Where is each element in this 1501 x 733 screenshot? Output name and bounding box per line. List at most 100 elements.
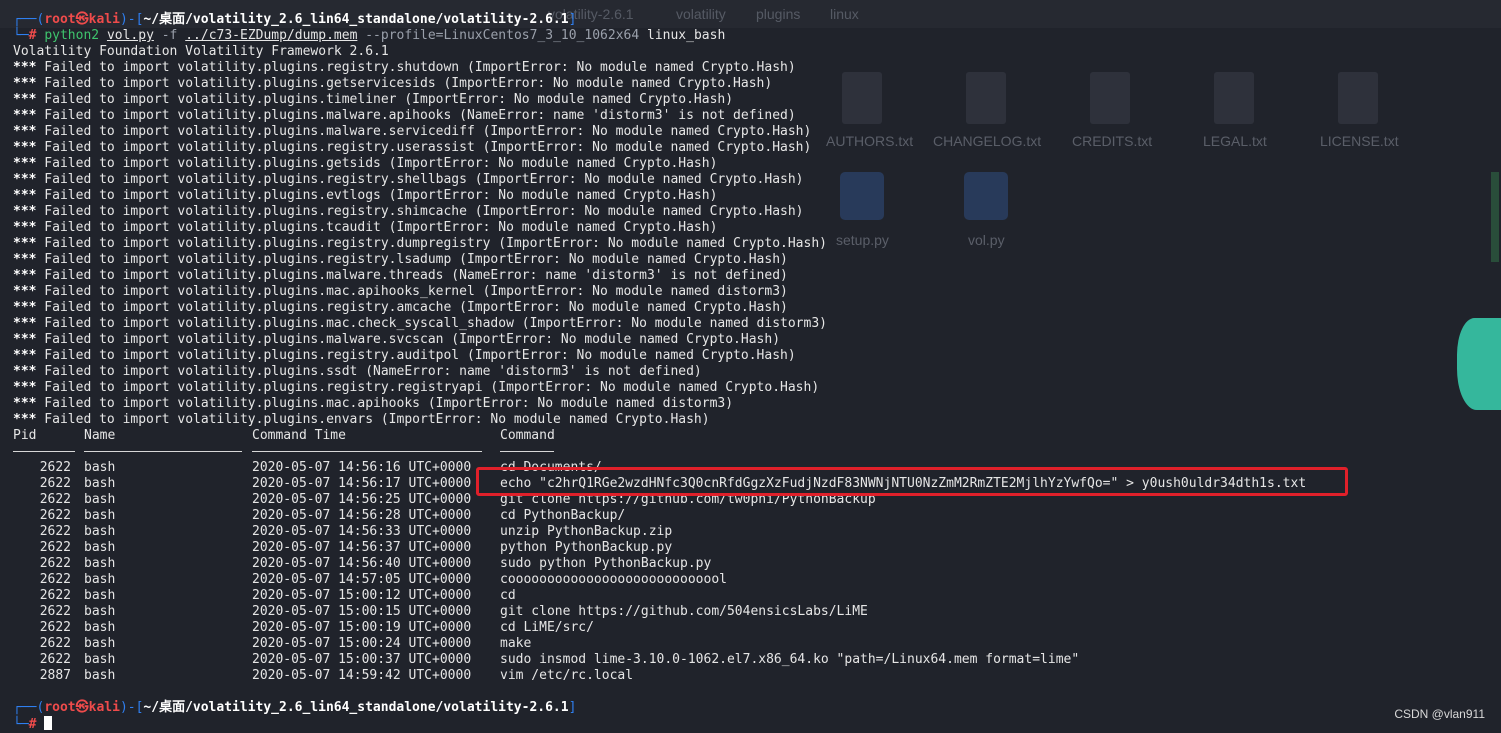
warning-prefix: *** (13, 76, 37, 91)
warning-text: Failed to import volatility.plugins.regi… (36, 348, 796, 363)
cell-name: bash (84, 524, 116, 539)
warning-prefix: *** (13, 204, 37, 219)
warning-prefix: *** (13, 220, 37, 235)
warning-text: Failed to import volatility.plugins.ssdt… (36, 364, 702, 379)
cell-pid: 2622 (39, 604, 71, 619)
input-line[interactable]: └─# (13, 716, 53, 732)
warning-line: *** Failed to import volatility.plugins.… (13, 284, 788, 300)
cell-name: bash (84, 668, 116, 683)
warning-line: *** Failed to import volatility.plugins.… (13, 124, 811, 140)
warning-text: Failed to import volatility.plugins.tcau… (36, 220, 718, 235)
warning-text: Failed to import volatility.plugins.regi… (36, 140, 812, 155)
warning-line: *** Failed to import volatility.plugins.… (13, 220, 717, 236)
cell-command: git clone https://github.com/504ensicsLa… (500, 604, 868, 619)
warning-text: Failed to import volatility.plugins.malw… (36, 332, 781, 347)
warning-line: *** Failed to import volatility.plugins.… (13, 60, 796, 76)
cell-name: bash (84, 588, 116, 603)
cell-name: bash (84, 540, 116, 555)
warning-line: *** Failed to import volatility.plugins.… (13, 412, 710, 428)
cell-pid: 2622 (39, 476, 71, 491)
warning-text: Failed to import volatility.plugins.malw… (36, 268, 788, 283)
warning-text: Failed to import volatility.plugins.malw… (36, 124, 812, 139)
cell-command-time: 2020-05-07 15:00:19 UTC+0000 (252, 620, 472, 635)
prompt-path: ~/桌面/volatility_2.6_lin64_standalone/vol… (143, 700, 569, 715)
cell-name: bash (84, 604, 116, 619)
warning-prefix: *** (13, 412, 37, 427)
cell-pid: 2887 (39, 668, 71, 683)
cell-name: bash (84, 636, 116, 651)
cell-pid: 2622 (39, 524, 71, 539)
header-underline (500, 451, 554, 452)
cell-command-time: 2020-05-07 14:56:17 UTC+0000 (252, 476, 472, 491)
warning-prefix: *** (13, 300, 37, 315)
terminal[interactable]: ┌──(root㉿kali)-[~/桌面/volatility_2.6_lin6… (0, 0, 1501, 732)
warning-prefix: *** (13, 252, 37, 267)
warning-prefix: *** (13, 156, 37, 171)
warning-line: *** Failed to import volatility.plugins.… (13, 396, 733, 412)
cell-command: unzip PythonBackup.zip (500, 524, 673, 539)
warning-text: Failed to import volatility.plugins.mac.… (36, 316, 827, 331)
cell-command: coooooooooooooooooooooooooool (500, 572, 727, 587)
cell-pid: 2622 (39, 588, 71, 603)
cell-pid: 2622 (39, 508, 71, 523)
cell-name: bash (84, 620, 116, 635)
warning-text: Failed to import volatility.plugins.gets… (36, 156, 718, 171)
prompt-hash: # (28, 28, 37, 43)
prompt-frame: ] (568, 12, 577, 27)
warning-prefix: *** (13, 140, 37, 155)
cell-name: bash (84, 556, 116, 571)
warning-prefix: *** (13, 236, 37, 251)
column-header-command-time: Command Time (252, 428, 346, 443)
cell-pid: 2622 (39, 460, 71, 475)
warning-text: Failed to import volatility.plugins.mac.… (36, 396, 734, 411)
column-header-pid: Pid (13, 428, 37, 443)
cell-command-time: 2020-05-07 14:56:37 UTC+0000 (252, 540, 472, 555)
warning-line: *** Failed to import volatility.plugins.… (13, 140, 811, 156)
cell-name: bash (84, 508, 116, 523)
cell-command: vim /etc/rc.local (500, 668, 634, 683)
warning-line: *** Failed to import volatility.plugins.… (13, 300, 788, 316)
command-profile: --profile=LinuxCentos7_3_10_1062x64 (365, 28, 640, 43)
command-flag: -f (161, 28, 178, 43)
header-underline (84, 451, 242, 452)
cell-name: bash (84, 652, 116, 667)
cell-pid: 2622 (39, 492, 71, 507)
warning-text: Failed to import volatility.plugins.regi… (36, 204, 804, 219)
cell-pid: 2622 (39, 540, 71, 555)
cell-pid: 2622 (39, 556, 71, 571)
warning-prefix: *** (13, 188, 37, 203)
prompt-line: ┌──(root㉿kali)-[~/桌面/volatility_2.6_lin6… (13, 12, 576, 28)
watermark: CSDN @vlan911 (1394, 707, 1485, 721)
warning-prefix: *** (13, 332, 37, 347)
prompt-frame: ] (568, 700, 577, 715)
cell-command: cd LiME/src/ (500, 620, 594, 635)
prompt-frame: └─ (13, 717, 29, 732)
warning-prefix: *** (13, 124, 37, 139)
prompt-user: root㉿kali (44, 700, 120, 715)
cell-command-time: 2020-05-07 14:56:25 UTC+0000 (252, 492, 472, 507)
warning-line: *** Failed to import volatility.plugins.… (13, 268, 788, 284)
warning-text: Failed to import volatility.plugins.malw… (36, 108, 796, 123)
warning-text: Failed to import volatility.plugins.evtl… (36, 188, 718, 203)
warning-line: *** Failed to import volatility.plugins.… (13, 252, 788, 268)
cell-pid: 2622 (39, 652, 71, 667)
column-header-command: Command (500, 428, 555, 443)
cell-command: sudo python PythonBackup.py (500, 556, 712, 571)
banner-line: Volatility Foundation Volatility Framewo… (13, 44, 389, 59)
warning-prefix: *** (13, 364, 37, 379)
cell-pid: 2622 (39, 572, 71, 587)
prompt-frame: ┌──( (13, 700, 45, 715)
prompt-user: root㉿kali (44, 12, 120, 27)
warning-prefix: *** (13, 284, 37, 299)
command-script: vol.py (106, 28, 154, 43)
cell-pid: 2622 (39, 636, 71, 651)
warning-line: *** Failed to import volatility.plugins.… (13, 156, 717, 172)
warning-text: Failed to import volatility.plugins.regi… (36, 252, 788, 267)
warning-text: Failed to import volatility.plugins.time… (36, 92, 734, 107)
cell-command-time: 2020-05-07 14:57:05 UTC+0000 (252, 572, 472, 587)
warning-prefix: *** (13, 316, 37, 331)
warning-line: *** Failed to import volatility.plugins.… (13, 316, 827, 332)
warning-line: *** Failed to import volatility.plugins.… (13, 188, 717, 204)
prompt-frame: ┌──( (13, 12, 45, 27)
warning-text: Failed to import volatility.plugins.regi… (36, 380, 820, 395)
